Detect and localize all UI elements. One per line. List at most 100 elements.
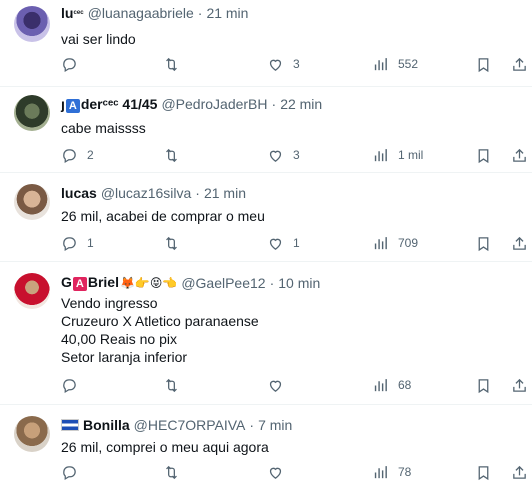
like-button[interactable] xyxy=(267,377,293,394)
bookmark-button[interactable] xyxy=(475,56,492,73)
handle[interactable]: @luanagaabriele xyxy=(88,4,194,22)
views-button[interactable]: 709 xyxy=(372,235,418,252)
tweet-text: 26 mil, comprei o meu aqui agora xyxy=(61,439,269,455)
display-name[interactable]: lucas xyxy=(61,184,97,202)
views-button[interactable]: 78 xyxy=(372,464,411,481)
retweet-button[interactable] xyxy=(163,464,189,481)
share-button[interactable] xyxy=(511,377,528,394)
tweet-header: luᶜᵉᶜ @luanagaabriele · 21 min xyxy=(61,0,522,22)
share-icon xyxy=(513,465,526,479)
action-bar: 2 3 1 mil xyxy=(61,145,526,165)
timestamp[interactable]: 21 min xyxy=(204,184,246,202)
share-icon xyxy=(513,57,526,71)
tweet-text: 26 mil, acabei de comprar o meu xyxy=(61,208,265,224)
share-button[interactable] xyxy=(511,147,528,164)
separator: · xyxy=(269,274,275,291)
views-button[interactable]: 552 xyxy=(372,56,418,73)
reply-button[interactable]: 2 xyxy=(61,147,94,164)
bookmark-icon xyxy=(478,465,489,480)
retweet-icon xyxy=(166,236,177,250)
handle[interactable]: @PedroJaderBH xyxy=(161,95,267,113)
like-button[interactable] xyxy=(267,464,293,481)
tweet[interactable]: luᶜᵉᶜ @luanagaabriele · 21 min vai ser l… xyxy=(0,0,532,87)
heart-icon xyxy=(269,150,282,162)
share-button[interactable] xyxy=(511,235,528,252)
timestamp[interactable]: 22 min xyxy=(280,95,322,113)
reply-icon xyxy=(63,148,76,163)
views-icon xyxy=(374,465,387,478)
flag-icon xyxy=(61,419,79,431)
action-bar: 68 xyxy=(61,375,526,395)
retweet-icon xyxy=(166,465,177,479)
display-name[interactable]: Bonilla xyxy=(83,416,130,434)
heart-icon xyxy=(269,59,282,71)
retweet-button[interactable] xyxy=(163,235,189,252)
views-button[interactable]: 68 xyxy=(372,377,411,394)
bookmark-button[interactable] xyxy=(475,377,492,394)
reply-button[interactable] xyxy=(61,377,87,394)
handle[interactable]: @lucaz16silva xyxy=(101,184,191,202)
action-bar: 1 1 709 xyxy=(61,233,526,253)
share-icon xyxy=(513,378,526,392)
reply-button[interactable] xyxy=(61,56,87,73)
bookmark-icon xyxy=(478,378,489,393)
tweet-text: Vendo ingresso Cruzeuro X Atletico paran… xyxy=(61,295,259,365)
share-icon xyxy=(513,236,526,250)
tweet[interactable]: Bonilla @HEC7ORPAIVA · 7 min 26 mil, com… xyxy=(0,405,532,489)
heart-icon xyxy=(269,238,282,250)
retweet-button[interactable] xyxy=(163,147,189,164)
avatar[interactable] xyxy=(14,95,50,131)
reply-button[interactable]: 1 xyxy=(61,235,94,252)
timestamp[interactable]: 21 min xyxy=(206,4,248,22)
reply-icon xyxy=(63,57,76,72)
handle[interactable]: @HEC7ORPAIVA xyxy=(134,416,246,434)
avatar[interactable] xyxy=(14,184,50,220)
share-button[interactable] xyxy=(511,56,528,73)
retweet-button[interactable] xyxy=(163,377,189,394)
share-icon xyxy=(513,148,526,162)
like-button[interactable]: 3 xyxy=(267,56,300,73)
tweet-header: lucas @lucaz16silva · 21 min xyxy=(61,173,522,202)
views-icon xyxy=(374,236,387,249)
retweet-icon xyxy=(166,57,177,71)
handle[interactable]: @GaelPee12 xyxy=(181,274,265,292)
display-name[interactable]: luᶜᵉᶜ xyxy=(61,4,84,22)
tweet[interactable]: lucas @lucaz16silva · 21 min 26 mil, aca… xyxy=(0,173,532,262)
reply-button[interactable] xyxy=(61,464,87,481)
tweet-header: G A Briel🦊👉😝👈 @GaelPee12 · 10 min xyxy=(61,262,522,292)
like-button[interactable]: 1 xyxy=(267,235,300,252)
separator: · xyxy=(271,96,277,112)
tweet-text: vai ser lindo xyxy=(61,31,136,47)
timestamp[interactable]: 7 min xyxy=(258,416,292,434)
tweet-feed: luᶜᵉᶜ @luanagaabriele · 21 min vai ser l… xyxy=(0,0,532,489)
avatar[interactable] xyxy=(14,416,50,452)
separator: · xyxy=(197,5,203,21)
tweet[interactable]: G A Briel🦊👉😝👈 @GaelPee12 · 10 min Vendo in… xyxy=(0,262,532,405)
tweet-text: cabe maissss xyxy=(61,120,146,136)
tweet[interactable]: ȷ Aderᶜᵉᶜ 41/45 @PedroJaderBH · 22 min ca… xyxy=(0,87,532,173)
views-icon xyxy=(374,378,387,391)
share-button[interactable] xyxy=(511,464,528,481)
bookmark-button[interactable] xyxy=(475,235,492,252)
heart-icon xyxy=(269,380,282,392)
tweet-header: ȷ Aderᶜᵉᶜ 41/45 @PedroJaderBH · 22 min xyxy=(61,87,522,113)
retweet-button[interactable] xyxy=(163,56,189,73)
avatar[interactable] xyxy=(14,6,50,42)
action-bar: 3 552 xyxy=(61,54,526,74)
display-name[interactable]: G A Briel🦊👉😝👈 xyxy=(61,273,177,292)
bookmark-button[interactable] xyxy=(475,147,492,164)
views-button[interactable]: 1 mil xyxy=(372,147,423,164)
separator: · xyxy=(195,185,200,201)
reply-icon xyxy=(63,465,76,480)
views-icon xyxy=(374,148,387,161)
bookmark-icon xyxy=(478,57,489,72)
bookmark-icon xyxy=(478,148,489,163)
retweet-icon xyxy=(166,148,177,162)
display-name[interactable]: ȷ Aderᶜᵉᶜ 41/45 xyxy=(61,95,157,113)
like-button[interactable]: 3 xyxy=(267,147,300,164)
views-icon xyxy=(374,57,387,70)
avatar[interactable] xyxy=(14,273,50,309)
bookmark-button[interactable] xyxy=(475,464,492,481)
timestamp[interactable]: 10 min xyxy=(278,274,320,292)
retweet-icon xyxy=(166,378,177,392)
